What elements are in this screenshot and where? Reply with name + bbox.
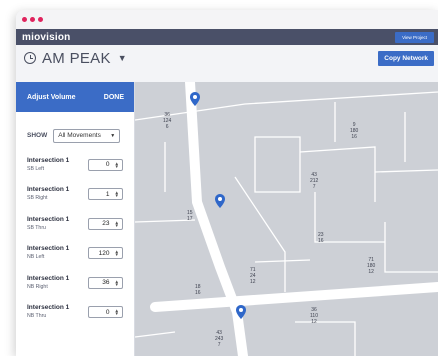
movement-count-label: 36 124 6 [163, 112, 172, 130]
row-movement: SB Left [27, 165, 45, 172]
volume-row: Intersection 1 NB Thru 0 ▲ ▼ [16, 298, 134, 328]
volume-value: 1 [105, 190, 110, 198]
row-label: Intersection 1 SB Left [27, 157, 69, 173]
movement-count-label: 43 212 7 [310, 172, 319, 190]
movement-filter-select[interactable]: All Movements ▼ [53, 128, 121, 143]
volume-stepper[interactable]: 0 ▲ ▼ [88, 306, 123, 319]
volume-stepper[interactable]: 0 ▲ ▼ [88, 158, 123, 171]
map-roads [135, 82, 438, 356]
row-intersection: Intersection 1 [27, 245, 70, 253]
row-movement: SB Thru [27, 224, 46, 231]
stepper-arrows-icon[interactable]: ▲ ▼ [115, 250, 119, 258]
show-filter: SHOW All Movements ▼ [16, 112, 134, 150]
volume-row: Intersection 1 SB Right 1 ▲ ▼ [16, 180, 134, 210]
app-window: miovision View Project AM PEAK ▼ Copy Ne… [16, 10, 438, 356]
copy-network-button[interactable]: Copy Network [378, 50, 434, 66]
row-intersection: Intersection 1 [27, 186, 70, 194]
row-intersection: Intersection 1 [27, 304, 70, 312]
movement-count-label: 71 180 12 [367, 257, 376, 275]
row-intersection: Intersection 1 [27, 274, 70, 282]
clock-icon [24, 52, 36, 64]
volume-value: 0 [105, 161, 110, 169]
map-pin-icon[interactable] [215, 194, 225, 208]
show-label: SHOW [27, 132, 48, 139]
panel-header: Adjust Volume DONE [16, 82, 134, 112]
window-close-dot[interactable] [22, 17, 27, 22]
network-map[interactable]: 36 124 6 9 180 16 43 212 7 15 17 71 180 12 71… [135, 82, 438, 356]
adjust-volume-panel: Adjust Volume DONE SHOW All Movements ▼ … [16, 82, 135, 356]
row-movement: NB Thru [27, 313, 47, 320]
movement-count-label: 71 24 12 [250, 267, 256, 285]
window-maximize-dot[interactable] [38, 17, 43, 22]
movement-filter-value: All Movements [58, 132, 101, 139]
app-bar: miovision View Project [16, 29, 438, 45]
brand-logo: miovision [22, 31, 71, 43]
sub-header: AM PEAK ▼ Copy Network [16, 45, 438, 71]
row-label: Intersection 1 NB Right [27, 275, 69, 291]
done-button[interactable]: DONE [104, 94, 124, 101]
volume-row: Intersection 1 SB Left 0 ▲ ▼ [16, 150, 134, 180]
window-minimize-dot[interactable] [30, 17, 35, 22]
main-area: Adjust Volume DONE SHOW All Movements ▼ … [16, 82, 438, 356]
volume-row: Intersection 1 NB Right 36 ▲ ▼ [16, 268, 134, 298]
volume-stepper[interactable]: 120 ▲ ▼ [88, 247, 123, 260]
movement-count-label: 23 16 [318, 232, 324, 244]
volume-stepper[interactable]: 23 ▲ ▼ [88, 217, 123, 230]
row-intersection: Intersection 1 [27, 156, 70, 164]
movement-count-label: 15 17 [187, 210, 193, 222]
map-pin-icon[interactable] [190, 92, 200, 106]
row-movement: NB Right [27, 283, 48, 290]
movement-count-label: 36 110 12 [310, 307, 318, 325]
row-movement: SB Right [27, 195, 48, 202]
chevron-down-icon: ▼ [110, 132, 116, 139]
stepper-arrows-icon[interactable]: ▲ ▼ [115, 279, 119, 287]
stepper-arrows-icon[interactable]: ▲ ▼ [115, 161, 119, 169]
stepper-arrows-icon[interactable]: ▲ ▼ [115, 191, 119, 199]
movement-count-label: 18 16 [195, 284, 201, 296]
movement-count-label: 9 180 16 [350, 122, 359, 140]
row-label: Intersection 1 SB Right [27, 186, 69, 202]
volume-stepper[interactable]: 36 ▲ ▼ [88, 276, 123, 289]
window-chrome [16, 10, 438, 29]
row-label: Intersection 1 NB Left [27, 245, 69, 261]
panel-title: Adjust Volume [27, 93, 76, 101]
volume-row: Intersection 1 NB Left 120 ▲ ▼ [16, 239, 134, 269]
volume-value: 120 [98, 249, 110, 257]
volume-value: 23 [102, 220, 110, 228]
volume-row: Intersection 1 SB Thru 23 ▲ ▼ [16, 209, 134, 239]
movement-count-label: 43 243 7 [215, 330, 224, 348]
row-label: Intersection 1 NB Thru [27, 304, 69, 320]
row-intersection: Intersection 1 [27, 215, 70, 223]
map-pin-icon[interactable] [236, 305, 246, 319]
period-label: AM PEAK [42, 49, 111, 67]
period-selector[interactable]: AM PEAK ▼ [24, 50, 127, 67]
chevron-down-icon: ▼ [117, 53, 127, 63]
view-project-button[interactable]: View Project [395, 31, 434, 43]
volume-rows: Intersection 1 SB Left 0 ▲ ▼ Intersection 1 SB… [16, 150, 134, 327]
volume-value: 0 [105, 308, 110, 316]
row-movement: NB Left [27, 254, 45, 261]
volume-stepper[interactable]: 1 ▲ ▼ [88, 188, 123, 201]
stepper-arrows-icon[interactable]: ▲ ▼ [115, 309, 119, 317]
stepper-arrows-icon[interactable]: ▲ ▼ [115, 220, 119, 228]
row-label: Intersection 1 SB Thru [27, 216, 69, 232]
volume-value: 36 [102, 279, 110, 287]
